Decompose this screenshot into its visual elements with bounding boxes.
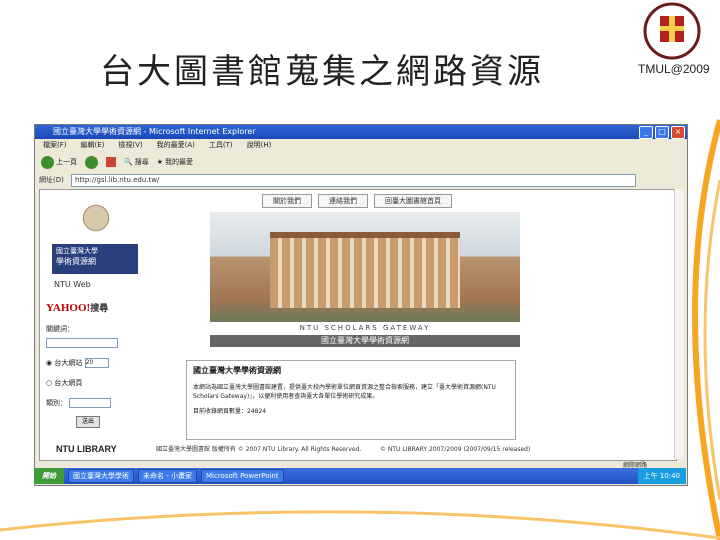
logo-line2: 學術資源網 (56, 257, 96, 266)
forward-button[interactable] (85, 155, 98, 169)
radio-option-1[interactable]: ◉ 台大網站 20 (46, 358, 146, 368)
category-row: 類別： (46, 398, 146, 408)
search-button[interactable]: 🔍 搜尋 (124, 157, 149, 167)
footer-tag: TMUL@2009 (638, 62, 710, 76)
favorites-button[interactable]: ★ 我的最愛 (157, 157, 193, 167)
intro-heading: 國立臺灣大學學術資源網 (193, 366, 281, 375)
start-button[interactable]: 開始 (34, 468, 64, 484)
taskbar-clock: 上午 10:40 (637, 468, 686, 484)
stop-button[interactable] (106, 157, 116, 167)
stop-icon (106, 157, 116, 167)
address-input[interactable]: http://gsl.lib.ntu.edu.tw/ (71, 174, 636, 187)
yahoo-search-logo[interactable]: YAHOO!搜尋 (46, 301, 146, 314)
library-building-banner (210, 212, 520, 322)
taskbar-item-powerpoint[interactable]: Microsoft PowerPoint (200, 469, 284, 483)
page-footer: NTU LIBRARY 國立臺灣大學圖書館 版權所有 © 2007 NTU Li… (40, 440, 676, 458)
window-titlebar: 國立臺灣大學學術資源網 - Microsoft Internet Explore… (35, 125, 687, 139)
footer-version: © NTU LIBRARY 2007/2009 (2007/09/15 rele… (380, 446, 531, 453)
browser-window: 國立臺灣大學學術資源網 - Microsoft Internet Explore… (34, 124, 688, 486)
window-title: 國立臺灣大學學術資源網 - Microsoft Internet Explore… (53, 127, 256, 136)
footer-library: NTU LIBRARY (56, 444, 117, 454)
footer-copyright: 國立臺灣大學圖書館 版權所有 © 2007 NTU Library. All R… (156, 446, 362, 453)
banner-caption: NTU SCHOLARS GATEWAY (299, 324, 431, 332)
address-label: 網址(D) (39, 176, 64, 184)
forward-arrow-icon (85, 155, 98, 169)
menu-bar: 檔案(F) 編輯(E) 檢視(V) 我的最愛(A) 工具(T) 說明(H) (35, 139, 695, 151)
library-building-image (270, 232, 460, 308)
keyword-input[interactable] (46, 338, 118, 348)
taskbar-item-browser[interactable]: 國立臺灣大學學術 (68, 469, 134, 483)
category-label: 類別： (46, 399, 67, 407)
close-button[interactable]: × (671, 126, 685, 139)
yahoo-label: YAHOO! (46, 302, 91, 314)
yahoo-suffix: 搜尋 (90, 303, 109, 313)
intro-box: 國立臺灣大學學術資源網 本網站為國立臺灣大學圖書館建置，提供臺大校內學術單位網頁… (186, 360, 516, 440)
radio-option-2[interactable]: ○ 台大網頁 (46, 378, 146, 388)
keyword-label: 關鍵詞： (46, 325, 74, 333)
back-arrow-icon (41, 155, 54, 169)
scholars-gateway-logo[interactable]: 國立臺灣大學 學術資源網 (52, 244, 138, 274)
slide-title: 台大圖書館蒐集之網路資源 (100, 52, 544, 92)
menu-edit[interactable]: 編輯(E) (81, 139, 105, 151)
page-sidebar: 國立臺灣大學 學術資源網 NTU Web YAHOO!搜尋 關鍵詞： ◉ 台大網… (46, 198, 146, 428)
back-button[interactable]: 上一頁 (41, 155, 77, 169)
logo-line1: 國立臺灣大學 (56, 247, 98, 255)
search-icon: 🔍 (124, 158, 133, 166)
radio-1-select[interactable]: 20 (84, 358, 109, 368)
menu-file[interactable]: 檔案(F) (43, 139, 67, 151)
intro-body: 本網站為國立臺灣大學圖書館建置，提供臺大校內學術單位網頁資源之整合檢索服務，建立… (193, 384, 496, 400)
vertical-scrollbar[interactable] (674, 189, 684, 459)
category-select[interactable] (69, 398, 112, 408)
banner-title: 國立臺灣大學學術資源網 (210, 335, 520, 347)
menu-tools[interactable]: 工具(T) (209, 139, 233, 151)
web-page: 國立臺灣大學 學術資源網 NTU Web YAHOO!搜尋 關鍵詞： ◉ 台大網… (39, 189, 677, 461)
menu-favorites[interactable]: 我的最愛(A) (157, 139, 195, 151)
ntu-web-link[interactable]: NTU Web (54, 280, 146, 289)
browser-toolbar: 上一頁 🔍 搜尋 ★ 我的最愛 (35, 152, 693, 172)
search-submit-button[interactable]: 送出 (76, 416, 100, 428)
nav-library-home[interactable]: 回臺大圖書館首頁 (374, 194, 452, 208)
back-label: 上一頁 (56, 158, 77, 166)
address-bar: 網址(D) http://gsl.lib.ntu.edu.tw/ (35, 173, 687, 187)
star-icon: ★ (156, 158, 163, 166)
university-seal-icon (643, 2, 701, 60)
nav-about[interactable]: 關於我們 (262, 194, 312, 208)
ntu-logo-icon (74, 198, 118, 238)
favorites-label: 我的最愛 (165, 158, 193, 166)
minimize-button[interactable]: _ (639, 126, 653, 139)
radio-1-label: 台大網站 (54, 359, 83, 367)
page-count: 目前收錄網頁數量：24824 (193, 408, 267, 415)
page-nav: 關於我們 連絡我們 回臺大圖書館首頁 (262, 194, 452, 208)
menu-help[interactable]: 說明(H) (247, 139, 272, 151)
taskbar-item-paint[interactable]: 未命名 - 小畫家 (138, 469, 197, 483)
radio-2-label: 台大網頁 (54, 379, 83, 387)
taskbar: 開始 國立臺灣大學學術 未命名 - 小畫家 Microsoft PowerPoi… (34, 468, 686, 484)
menu-view[interactable]: 檢視(V) (118, 139, 142, 151)
maximize-button[interactable]: □ (655, 126, 669, 139)
nav-contact[interactable]: 連絡我們 (318, 194, 368, 208)
search-label: 搜尋 (134, 158, 149, 166)
